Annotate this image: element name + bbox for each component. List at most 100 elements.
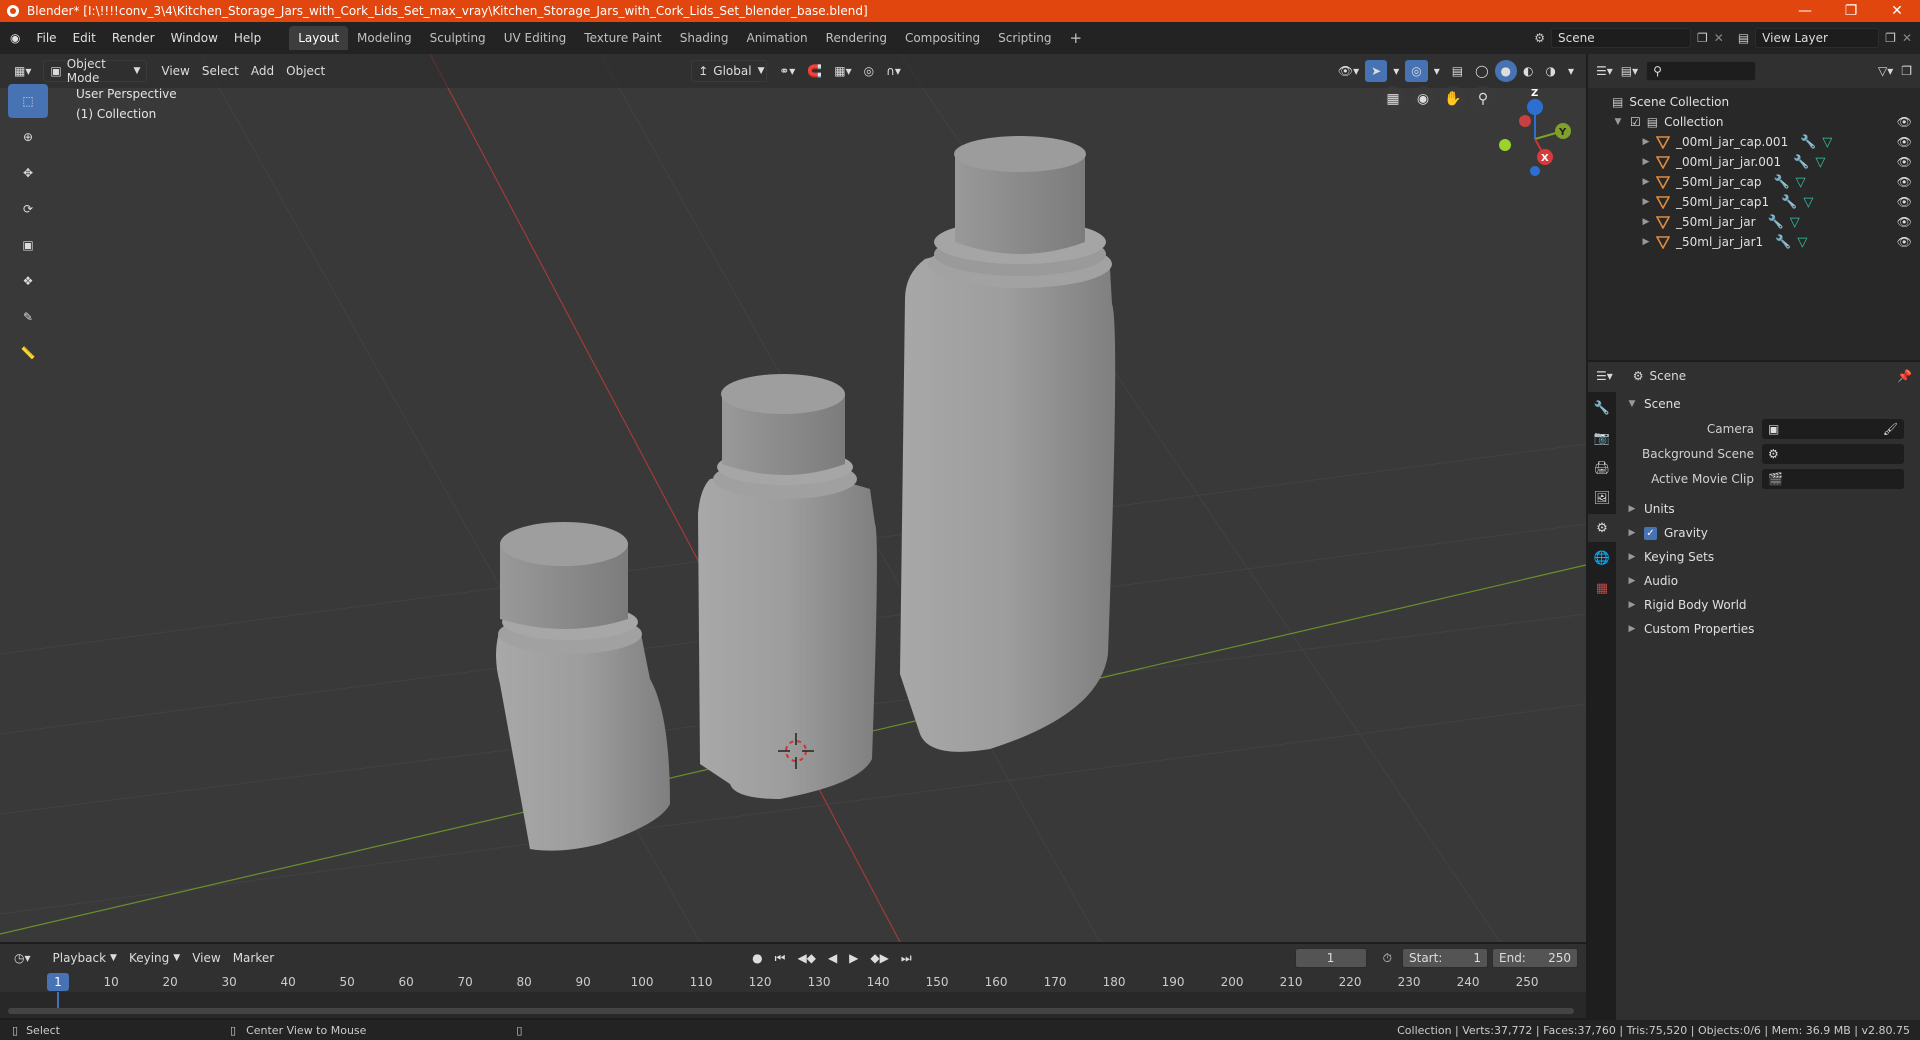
rigid-body-world-panel[interactable]: ▶ Rigid Body World bbox=[1618, 593, 1920, 617]
3d-viewport[interactable]: Z Y X bbox=[0, 54, 1586, 942]
jump-start-icon[interactable]: ⏮ bbox=[769, 947, 792, 969]
gizmo-neg-y-icon[interactable] bbox=[1499, 139, 1511, 151]
menu-keying[interactable]: Keying ▼ bbox=[123, 947, 186, 969]
close-icon[interactable]: ✕ bbox=[1874, 0, 1920, 22]
expand-arrow-icon[interactable]: ▶ bbox=[1640, 217, 1652, 227]
filter-icon[interactable]: ▽▾ bbox=[1878, 64, 1893, 78]
new-scene-icon[interactable]: ❐ bbox=[1697, 31, 1708, 45]
mesh-data-icon[interactable]: ▽ bbox=[1822, 135, 1832, 150]
outliner-item[interactable]: ▶ _00ml_jar_cap.001 🔧 ▽ 👁 bbox=[1588, 132, 1920, 152]
eye-icon[interactable]: 👁 bbox=[1897, 195, 1912, 209]
keying-sets-panel[interactable]: ▶ Keying Sets bbox=[1618, 545, 1920, 569]
mesh-data-icon[interactable]: ▽ bbox=[1803, 195, 1813, 210]
current-frame-marker[interactable]: 1 bbox=[47, 973, 69, 991]
shading-rendered-icon[interactable]: ◑ bbox=[1539, 60, 1561, 82]
menu-view[interactable]: View bbox=[155, 60, 195, 82]
new-collection-icon[interactable]: ❐ bbox=[1901, 64, 1912, 78]
eye-icon[interactable]: 👁 bbox=[1897, 235, 1912, 249]
expand-arrow-icon[interactable]: ▶ bbox=[1640, 137, 1652, 147]
stopwatch-icon[interactable]: ⏱ bbox=[1377, 947, 1398, 969]
rotate-tool-icon[interactable]: ⟳ bbox=[8, 192, 48, 226]
timeline[interactable]: 1 10 20 30 40 50 60 70 80 90 100 110 120 130 140 150 160… bbox=[0, 972, 1586, 1018]
cursor-tool-icon[interactable]: ⊕ bbox=[8, 120, 48, 154]
eyedropper-icon[interactable]: 🖌 bbox=[1883, 422, 1898, 436]
view-layer-field[interactable]: View Layer bbox=[1755, 28, 1880, 48]
shading-wireframe-icon[interactable]: ◯ bbox=[1469, 60, 1494, 82]
editor-type-icon[interactable]: ▦▾ bbox=[8, 60, 37, 82]
eye-icon[interactable]: 👁 bbox=[1897, 135, 1912, 149]
pan-hand-icon[interactable]: ✋ bbox=[1440, 86, 1466, 112]
gizmo-toggle-icon[interactable]: ➤ bbox=[1365, 60, 1388, 82]
modifier-wrench-icon[interactable]: 🔧 bbox=[1768, 215, 1784, 230]
mesh-data-icon[interactable]: ▽ bbox=[1796, 175, 1806, 190]
expand-arrow-icon[interactable]: ▶ bbox=[1640, 197, 1652, 207]
menu-playback[interactable]: Playback ▼ bbox=[47, 947, 123, 969]
gizmo-z-icon[interactable] bbox=[1527, 99, 1543, 115]
annotate-tool-icon[interactable]: ✎ bbox=[8, 300, 48, 334]
jar-medium[interactable] bbox=[698, 374, 877, 799]
shading-menu-icon[interactable]: ▾ bbox=[1562, 60, 1580, 82]
tab-layout[interactable]: Layout bbox=[289, 26, 349, 50]
transform-tool-icon[interactable]: ❖ bbox=[8, 264, 48, 298]
menu-view[interactable]: View bbox=[186, 947, 226, 969]
mode-selector[interactable]: ▣ Object Mode ▼ bbox=[43, 57, 148, 85]
jump-end-icon[interactable]: ⏭ bbox=[895, 947, 918, 969]
play-icon[interactable]: ▶ bbox=[843, 947, 864, 969]
modifier-wrench-icon[interactable]: 🔧 bbox=[1800, 135, 1816, 150]
restore-icon[interactable]: ❐ bbox=[1828, 0, 1874, 22]
minimize-icon[interactable]: — bbox=[1782, 0, 1828, 22]
shading-solid-icon[interactable]: ● bbox=[1494, 60, 1517, 82]
menu-render[interactable]: Render bbox=[104, 26, 163, 50]
gizmo-neg-x-icon[interactable] bbox=[1519, 115, 1531, 127]
eye-icon[interactable]: 👁 bbox=[1897, 155, 1912, 169]
tool-settings-tab-icon[interactable]: 🔧 bbox=[1588, 394, 1616, 422]
transform-orientation[interactable]: ↥ Global ▼ bbox=[691, 60, 768, 82]
view-layer-icon[interactable]: ▤ bbox=[1738, 31, 1749, 45]
measure-tool-icon[interactable]: 📏 bbox=[8, 336, 48, 370]
modifier-wrench-icon[interactable]: 🔧 bbox=[1773, 175, 1789, 190]
timeline-scrollbar[interactable] bbox=[8, 1008, 1574, 1014]
scene-field[interactable]: Scene bbox=[1551, 28, 1691, 48]
expand-arrow-icon[interactable]: ▶ bbox=[1640, 157, 1652, 167]
menu-file[interactable]: File bbox=[28, 26, 64, 50]
collection-checkbox[interactable]: ☑ bbox=[1630, 115, 1641, 129]
shading-material-icon[interactable]: ◐ bbox=[1517, 60, 1539, 82]
jar-small[interactable] bbox=[496, 522, 670, 851]
output-tab-icon[interactable]: 🖨 bbox=[1588, 454, 1616, 482]
snap-icon[interactable]: 🧲 bbox=[801, 60, 828, 82]
pivot-icon[interactable]: ⚭▾ bbox=[773, 60, 801, 82]
jump-keyframe-forward-icon[interactable]: ◆▶ bbox=[864, 947, 894, 969]
gizmo-neg-z-icon[interactable] bbox=[1530, 166, 1540, 176]
outliner-item[interactable]: ▶ _50ml_jar_cap 🔧 ▽ 👁 bbox=[1588, 172, 1920, 192]
eye-icon[interactable]: 👁 bbox=[1897, 215, 1912, 229]
gravity-panel[interactable]: ▶ ✓ Gravity bbox=[1618, 521, 1920, 545]
tab-compositing[interactable]: Compositing bbox=[896, 26, 989, 50]
properties-editor-icon[interactable]: ☰▾ bbox=[1596, 369, 1613, 383]
tab-modeling[interactable]: Modeling bbox=[348, 26, 421, 50]
menu-help[interactable]: Help bbox=[226, 26, 269, 50]
frame-ruler[interactable]: 1 10 20 30 40 50 60 70 80 90 100 110 120 130 140 150 160… bbox=[0, 972, 1586, 992]
units-panel[interactable]: ▶ Units bbox=[1618, 497, 1920, 521]
mesh-data-icon[interactable]: ▽ bbox=[1815, 155, 1825, 170]
mesh-data-icon[interactable]: ▽ bbox=[1790, 215, 1800, 230]
world-tab-icon[interactable]: 🌐 bbox=[1588, 544, 1616, 572]
select-box-icon[interactable]: ⬚ bbox=[8, 84, 48, 118]
tab-texture-paint[interactable]: Texture Paint bbox=[575, 26, 670, 50]
outliner-item[interactable]: ▶ _50ml_jar_jar1 🔧 ▽ 👁 bbox=[1588, 232, 1920, 252]
tab-sculpting[interactable]: Sculpting bbox=[421, 26, 495, 50]
display-mode-icon[interactable]: ▤▾ bbox=[1621, 64, 1638, 78]
scene-section-header[interactable]: ▼ Scene bbox=[1618, 392, 1920, 416]
outliner-item[interactable]: ▶ _50ml_jar_jar 🔧 ▽ 👁 bbox=[1588, 212, 1920, 232]
visibility-icon[interactable]: 👁▾ bbox=[1332, 60, 1365, 82]
view-layer-tab-icon[interactable]: 🖼 bbox=[1588, 484, 1616, 512]
move-tool-icon[interactable]: ✥ bbox=[8, 156, 48, 190]
proportional-edit-icon[interactable]: ◎ bbox=[858, 60, 880, 82]
start-frame-field[interactable]: Start: 1 bbox=[1402, 948, 1488, 968]
mesh-data-icon[interactable]: ▽ bbox=[1797, 235, 1807, 250]
outliner-collection[interactable]: ▼ ☑ ▤ Collection 👁 bbox=[1588, 112, 1920, 132]
menu-edit[interactable]: Edit bbox=[65, 26, 104, 50]
camera-view-icon[interactable]: ◉ bbox=[1410, 86, 1436, 112]
gravity-checkbox[interactable]: ✓ bbox=[1644, 526, 1657, 540]
overlays-icon[interactable]: ◎ bbox=[1405, 60, 1428, 82]
toggle-grid-icon[interactable]: ▦ bbox=[1380, 86, 1406, 112]
